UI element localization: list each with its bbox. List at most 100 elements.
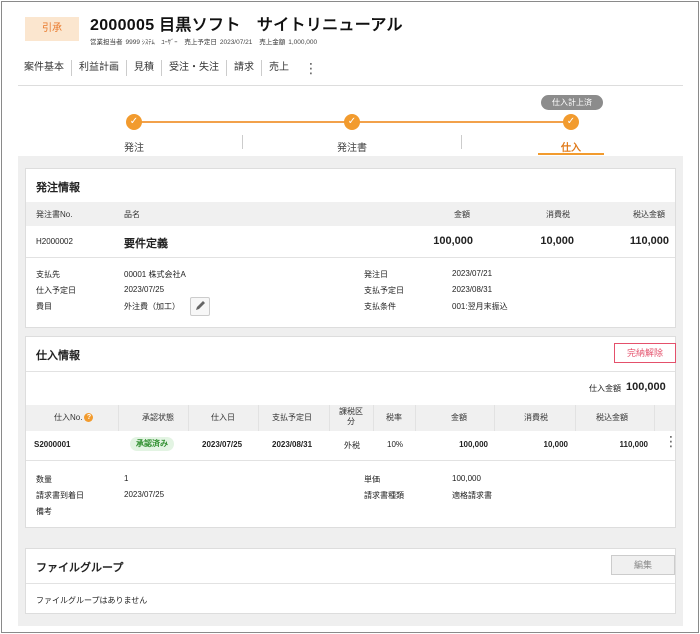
purchase-date: 2023/07/25 bbox=[202, 440, 243, 449]
empty-message: ファイルグループはありません bbox=[36, 596, 148, 605]
release-completion-button[interactable]: 完納解除 bbox=[614, 343, 676, 363]
detail-label: 請求書種類 bbox=[364, 491, 404, 500]
purchase-info-title: 仕入情報 bbox=[36, 350, 80, 362]
col-divider bbox=[654, 405, 655, 431]
order-item: 要件定義 bbox=[124, 238, 168, 250]
purchase-total-label: 仕入金額 bbox=[589, 384, 621, 393]
sales-amount-label: 売上金額 bbox=[259, 39, 286, 46]
file-group-title: ファイルグループ bbox=[36, 562, 124, 574]
purchase-posted-badge: 仕入計上済 bbox=[541, 95, 603, 110]
col-item: 品名 bbox=[124, 210, 140, 219]
detail-value: 外注費（加工） bbox=[124, 302, 180, 311]
detail-label: 数量 bbox=[36, 475, 52, 484]
detail-label: 支払予定日 bbox=[364, 286, 404, 295]
detail-label: 支払先 bbox=[36, 270, 60, 279]
col-amount: 金額 bbox=[451, 413, 467, 422]
page-header: 引承 2000005 目黒ソフト サイトリニューアル 営業担当者 9999 ｼｽﾃ… bbox=[2, 2, 698, 50]
purchase-no: S2000001 bbox=[34, 440, 71, 449]
col-amount: 金額 bbox=[454, 210, 470, 219]
check-icon: ✓ bbox=[344, 114, 360, 130]
content-area: 発注情報 発注書No. 品名 金額 消費税 税込金額 H2000002 要件定義… bbox=[18, 156, 683, 626]
tax-rate: 10% bbox=[387, 440, 404, 449]
col-order-no: 発注書No. bbox=[36, 210, 73, 219]
step-hatchusho[interactable]: 発注書 bbox=[312, 139, 392, 154]
col-total: 税込金額 bbox=[633, 210, 665, 219]
step-shiire[interactable]: 仕入 bbox=[531, 139, 611, 154]
sales-date-label: 売上予定日 bbox=[184, 39, 217, 46]
detail-value: 適格請求書 bbox=[452, 491, 492, 500]
col-purchase-date: 仕入日 bbox=[211, 413, 235, 422]
col-divider bbox=[258, 405, 259, 431]
col-tax-rate: 税率 bbox=[386, 413, 402, 422]
tab-bar: 案件基本 利益計画 見積 受注・失注 請求 売上 ⋮ bbox=[18, 58, 318, 78]
divider bbox=[26, 460, 675, 461]
detail-value: 2023/07/25 bbox=[124, 285, 165, 294]
purchase-total-value: 100,000 bbox=[626, 381, 666, 393]
more-menu-icon[interactable]: ⋮ bbox=[304, 60, 318, 76]
tab-mitsumori[interactable]: 見積 bbox=[127, 60, 162, 76]
payment-date: 2023/08/31 bbox=[272, 440, 313, 449]
tab-uriage[interactable]: 売上 bbox=[262, 60, 296, 76]
divider bbox=[26, 583, 675, 584]
edit-file-group-button[interactable]: 編集 bbox=[611, 555, 675, 575]
window-frame: 引承 2000005 目黒ソフト サイトリニューアル 営業担当者 9999 ｼｽﾃ… bbox=[1, 1, 699, 633]
purchase-tax: 10,000 bbox=[543, 440, 568, 449]
tab-juchu[interactable]: 受注・失注 bbox=[162, 60, 227, 76]
col-total: 税込金額 bbox=[596, 413, 628, 422]
col-divider bbox=[118, 405, 119, 431]
detail-label: 支払条件 bbox=[364, 302, 396, 311]
order-tax: 10,000 bbox=[540, 235, 574, 247]
detail-value: 100,000 bbox=[452, 474, 481, 483]
status-badge: 引承 bbox=[25, 17, 79, 41]
col-divider bbox=[329, 405, 330, 431]
divider bbox=[26, 257, 675, 258]
active-step-indicator bbox=[538, 153, 604, 155]
step-separator bbox=[461, 135, 462, 149]
page-title: 2000005 目黒ソフト サイトリニューアル bbox=[90, 17, 403, 34]
edit-expense-button[interactable] bbox=[190, 297, 210, 316]
detail-value: 1 bbox=[124, 474, 129, 483]
col-tax: 消費税 bbox=[546, 210, 570, 219]
col-purchase-no-label: 仕入No. bbox=[54, 413, 83, 422]
col-tax-category: 課税区分 bbox=[339, 407, 363, 426]
purchase-info-card: 仕入情報 完納解除 仕入金額 100,000 仕入No.? 承認状態 仕入日 支… bbox=[25, 336, 678, 528]
file-group-card: ファイルグループ 編集 ファイルグループはありません bbox=[25, 548, 676, 614]
order-total: 110,000 bbox=[629, 235, 669, 247]
check-icon: ✓ bbox=[563, 114, 579, 130]
detail-value: 2023/07/25 bbox=[124, 490, 165, 499]
approval-status-badge: 承認済み bbox=[130, 437, 174, 451]
step-hatchu[interactable]: 発注 bbox=[94, 139, 174, 154]
detail-label: 備考 bbox=[36, 507, 52, 516]
purchase-table-header: 仕入No.? 承認状態 仕入日 支払予定日 課税区分 税率 金額 消費税 税込金… bbox=[26, 405, 675, 431]
col-divider bbox=[373, 405, 374, 431]
header-meta: 営業担当者 9999 ｼｽﾃﾑ ﾕｰｻﾞｰ 売上予定日 2023/07/21 売上金… bbox=[90, 36, 322, 46]
step-separator bbox=[242, 135, 243, 149]
divider bbox=[26, 371, 675, 372]
detail-label: 発注日 bbox=[364, 270, 388, 279]
col-divider bbox=[494, 405, 495, 431]
check-icon: ✓ bbox=[126, 114, 142, 130]
sales-date-value: 2023/07/21 bbox=[219, 39, 253, 46]
sales-amount-value: 1,000,000 bbox=[288, 39, 318, 46]
help-icon[interactable]: ? bbox=[84, 413, 94, 423]
col-purchase-no: 仕入No.? bbox=[54, 412, 94, 423]
order-table-header: 発注書No. 品名 金額 消費税 税込金額 bbox=[26, 202, 675, 226]
detail-value: 2023/08/31 bbox=[452, 285, 493, 294]
order-info-title: 発注情報 bbox=[36, 182, 80, 194]
tax-category: 外税 bbox=[344, 441, 360, 450]
detail-label: 単価 bbox=[364, 475, 380, 484]
detail-value: 001:翌月末振込 bbox=[452, 302, 508, 311]
col-approval-status: 承認状態 bbox=[142, 413, 174, 422]
detail-label: 仕入予定日 bbox=[36, 286, 76, 295]
col-tax: 消費税 bbox=[524, 413, 548, 422]
col-divider bbox=[415, 405, 416, 431]
tab-anken-kihon[interactable]: 案件基本 bbox=[18, 60, 72, 76]
sales-rep-value: 9999 ｼｽﾃﾑ ﾕｰｻﾞｰ bbox=[125, 39, 178, 46]
tab-seikyu[interactable]: 請求 bbox=[227, 60, 262, 76]
tab-rieki-keikaku[interactable]: 利益計画 bbox=[72, 60, 127, 76]
purchase-total: 110,000 bbox=[619, 440, 648, 449]
row-menu-icon[interactable]: ⋮ bbox=[664, 433, 678, 450]
col-divider bbox=[188, 405, 189, 431]
detail-value: 2023/07/21 bbox=[452, 269, 493, 278]
progress-flow: 仕入計上済 ✓ ✓ ✓ 発注 発注書 仕入 bbox=[18, 86, 683, 156]
